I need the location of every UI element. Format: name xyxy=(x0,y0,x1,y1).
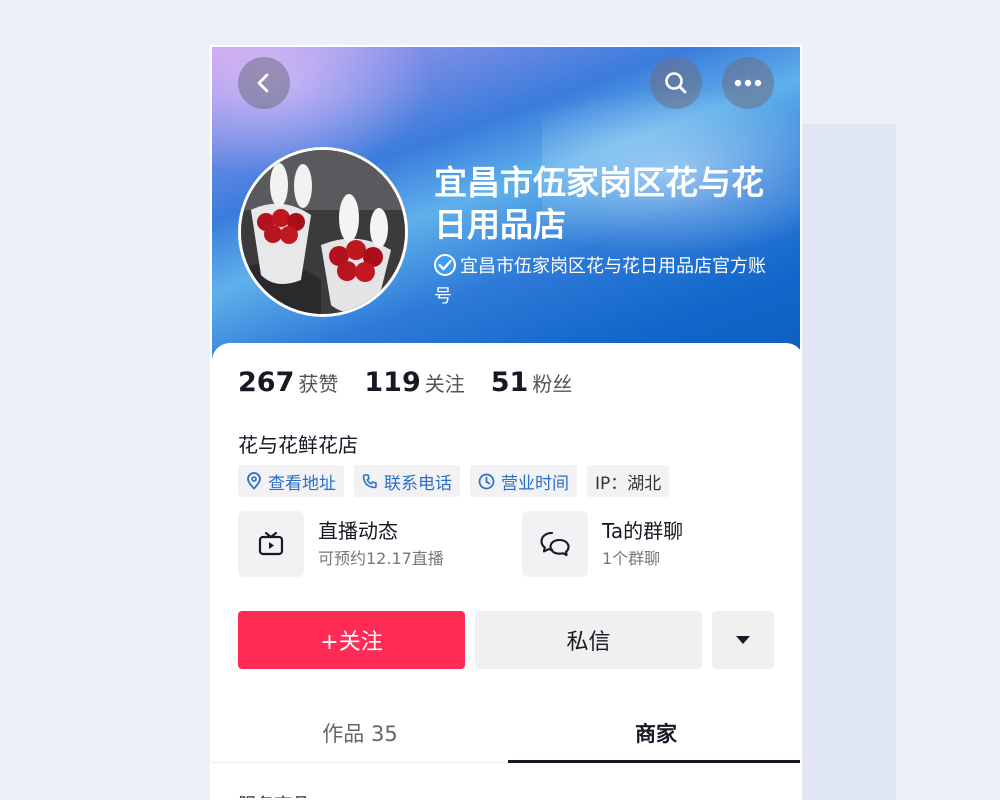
live-updates-entry[interactable]: 直播动态 可预约12.17直播 xyxy=(238,511,444,577)
group-chat-title: Ta的群聊 xyxy=(602,519,684,543)
verified-text: 宜昌市伍家岗区花与花日用品店官方账号 xyxy=(434,256,766,307)
verified-icon xyxy=(434,254,456,276)
info-tags: 查看地址 联系电话 营业时间 IP：湖北 xyxy=(238,465,670,497)
bio-text: 花与花鲜花店 xyxy=(238,433,358,457)
group-chat-entry[interactable]: Ta的群聊 1个群聊 xyxy=(522,511,683,577)
verified-label: 宜昌市伍家岗区花与花日用品店官方账号 xyxy=(434,252,774,312)
stat-following-value: 119 xyxy=(364,367,421,398)
phone-icon xyxy=(362,474,377,489)
location-icon xyxy=(247,472,261,490)
stat-following[interactable]: 119 关注 xyxy=(364,367,464,398)
live-updates-title: 直播动态 xyxy=(318,519,398,543)
profile-content: 267 获赞 119 关注 51 粉丝 花与花鲜花店 查看地址 联系电话 营业时… xyxy=(212,343,800,798)
tv-icon-box xyxy=(238,511,304,577)
more-icon xyxy=(734,79,762,87)
follow-button[interactable]: +关注 xyxy=(238,611,465,669)
chat-icon xyxy=(540,531,570,557)
tab-merchant[interactable]: 商家 xyxy=(508,703,800,763)
group-chat-subtitle: 1个群聊 xyxy=(602,549,661,568)
section-title: 服务商品 xyxy=(238,791,310,798)
ip-tag: IP：湖北 xyxy=(587,465,670,497)
search-icon xyxy=(665,72,687,94)
stat-likes[interactable]: 267 获赞 xyxy=(238,367,338,398)
stat-likes-value: 267 xyxy=(238,367,295,398)
stat-followers-label: 粉丝 xyxy=(532,372,573,396)
chat-icon-box xyxy=(522,511,588,577)
tab-works[interactable]: 作品 35 xyxy=(212,703,508,762)
stat-likes-label: 获赞 xyxy=(298,372,339,396)
back-icon xyxy=(257,73,269,93)
phone-tag-label: 联系电话 xyxy=(384,473,452,494)
hours-tag-label: 营业时间 xyxy=(501,473,569,494)
stat-followers[interactable]: 51 粉丝 xyxy=(491,367,573,398)
address-tag[interactable]: 查看地址 xyxy=(238,465,344,497)
phone-tag[interactable]: 联系电话 xyxy=(354,465,460,497)
avatar[interactable] xyxy=(238,147,408,317)
profile-header: 宜昌市伍家岗区花与花日用品店 宜昌市伍家岗区花与花日用品店官方账号 xyxy=(212,47,800,377)
caret-down-icon xyxy=(736,636,750,644)
message-button[interactable]: 私信 xyxy=(475,611,702,669)
more-actions-button[interactable] xyxy=(712,611,774,669)
stats-row: 267 获赞 119 关注 51 粉丝 xyxy=(238,367,572,398)
live-updates-subtitle: 可预约12.17直播 xyxy=(318,549,444,568)
stat-following-label: 关注 xyxy=(424,372,465,396)
search-button[interactable] xyxy=(650,57,702,109)
profile-screen: 宜昌市伍家岗区花与花日用品店 宜昌市伍家岗区花与花日用品店官方账号 267 获赞 … xyxy=(210,45,802,800)
ip-tag-label: IP：湖北 xyxy=(595,473,662,494)
tv-icon xyxy=(258,531,284,556)
background-card xyxy=(800,124,896,800)
stat-followers-value: 51 xyxy=(490,367,529,398)
more-button[interactable] xyxy=(722,57,774,109)
address-tag-label: 查看地址 xyxy=(268,473,336,494)
back-button[interactable] xyxy=(238,57,290,109)
clock-icon xyxy=(478,473,495,489)
hours-tag[interactable]: 营业时间 xyxy=(470,465,577,497)
avatar-image xyxy=(241,150,405,314)
profile-tabs: 作品 35 商家 xyxy=(212,703,800,763)
shop-name: 宜昌市伍家岗区花与花日用品店 xyxy=(434,163,764,244)
